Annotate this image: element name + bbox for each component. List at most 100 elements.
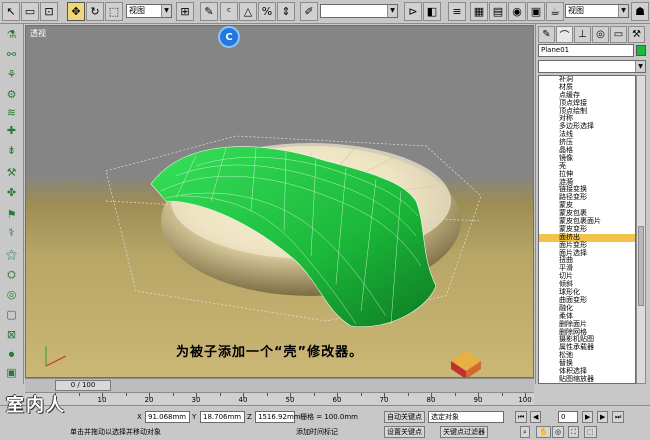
pivot-icon[interactable]: ⊞ — [176, 2, 194, 21]
modifier-list-item[interactable]: 补洞 — [539, 76, 635, 84]
modifier-list-item[interactable]: 松弛 — [539, 351, 635, 360]
orbit-icon[interactable]: ◎ — [552, 426, 565, 438]
dynamics-icon[interactable]: ⛭ — [3, 266, 20, 283]
camera-icon[interactable]: ⏺ — [3, 346, 20, 363]
rotate-icon[interactable]: ↻ — [86, 2, 104, 21]
track-bar[interactable]: 10 20 30 40 50 60 70 80 90 100 — [25, 392, 534, 405]
perspective-viewport[interactable]: 透视 C 为被子添加一个“壳”修改器。 — [25, 25, 534, 378]
modifier-list-item[interactable]: 删除面片 — [539, 320, 635, 329]
schematic-icon[interactable]: ▤ — [489, 2, 507, 21]
snap-icon[interactable]: ᶜ — [220, 2, 238, 21]
render-setup-icon[interactable]: ▣ — [527, 2, 545, 21]
maximize-viewport-icon[interactable]: ⬚ — [584, 426, 597, 438]
add-time-tag[interactable]: 添加时间标记 — [296, 427, 338, 437]
cloth-icon[interactable]: ⚑ — [3, 206, 20, 223]
named-selection-select[interactable]: ▼ — [320, 4, 398, 18]
reference-coord-select[interactable]: 视图 ▼ — [126, 4, 172, 18]
target-icon[interactable]: ◎ — [3, 286, 20, 303]
modifier-list-item[interactable]: 挤压 — [539, 138, 635, 147]
modifier-list-item[interactable]: 倾斜 — [539, 280, 635, 289]
modifier-list-item[interactable]: 属性承载器 — [539, 343, 635, 352]
go-to-end-icon[interactable]: ⏭ — [612, 411, 625, 423]
modifier-list-item[interactable]: 球形化 — [539, 288, 635, 297]
modifier-list-item[interactable]: 点缓存 — [539, 91, 635, 100]
modifier-list-scrollbar[interactable] — [636, 75, 646, 384]
auto-key-button[interactable]: 自动关键点 — [384, 411, 425, 423]
render-region-icon[interactable]: ⊠ — [3, 326, 20, 343]
modifier-list-item[interactable]: 面片选择 — [539, 249, 635, 258]
tool-icon[interactable]: ⚙ — [3, 86, 20, 103]
modifier-list-dropdown[interactable]: ▼ — [538, 60, 646, 73]
reactor-icon[interactable]: ✤ — [3, 184, 20, 201]
modifier-list-item[interactable]: 拉伸 — [539, 170, 635, 179]
material-editor-icon[interactable]: ◉ — [508, 2, 526, 21]
modifier-list-item[interactable]: 平滑 — [539, 264, 635, 273]
prev-frame-icon[interactable]: ◀ — [530, 411, 542, 423]
align-icon[interactable]: ◧ — [423, 2, 441, 21]
spacewarp-icon[interactable]: ≋ — [3, 104, 20, 121]
viewport-label[interactable]: 透视 — [30, 28, 46, 39]
render-view-select[interactable]: 视图 ▼ — [565, 4, 629, 18]
snapshot-icon[interactable]: ▢ — [3, 306, 20, 323]
modifier-list[interactable]: 补洞 材质 点缓存 顶点焊接 顶点绘制 对称 多边形选择 法线 挤压 晶格 镜像壳拉伸 涟漪 链接变换路… — [538, 75, 636, 384]
time-slider[interactable]: 0 / 100 — [55, 380, 111, 391]
grid-icon[interactable]: ▣ — [3, 364, 20, 381]
bind-icon[interactable]: ⚘ — [3, 66, 20, 83]
link-icon[interactable]: ⚗ — [3, 26, 20, 43]
modifier-list-item[interactable]: 路径变形 — [539, 193, 635, 202]
modifier-list-item[interactable]: 替换 — [539, 359, 635, 368]
percent-snap-icon[interactable]: % — [258, 2, 276, 21]
modifier-list-item[interactable]: 面挤出 — [539, 233, 635, 242]
unlink-icon[interactable]: ⚯ — [3, 46, 20, 63]
modifier-list-item[interactable]: 顶点绘制 — [539, 107, 635, 116]
modifier-list-item[interactable]: 链接变换 — [539, 186, 635, 194]
modifier-list-item[interactable]: 蒙皮包裹面片 — [539, 217, 635, 226]
selected-object-select[interactable]: 选定对象 — [428, 411, 504, 423]
modifier-list-item[interactable]: 法线 — [539, 130, 635, 139]
quick-render-icon[interactable]: ☗ — [631, 2, 649, 21]
angle-snap-icon[interactable]: △ — [239, 2, 257, 21]
modifier-list-item[interactable]: 曲面变形 — [539, 296, 635, 305]
object-color-swatch[interactable] — [636, 45, 646, 56]
modifier-list-item[interactable]: 材质 — [539, 83, 635, 92]
modifier-list-item[interactable]: 扭曲 — [539, 257, 635, 265]
x-coordinate-field[interactable]: 91.068mm — [145, 411, 190, 423]
spinner-snap-icon[interactable]: ⇕ — [277, 2, 295, 21]
render-icon[interactable]: ☕ — [546, 2, 564, 21]
pan-icon[interactable]: ✋ — [536, 426, 551, 438]
fov-icon[interactable]: ⛶ — [568, 426, 579, 438]
modifier-list-item[interactable]: 切片 — [539, 272, 635, 281]
display-tab-icon[interactable]: ▭ — [610, 26, 627, 43]
modifier-list-item[interactable]: 顶点焊接 — [539, 99, 635, 108]
modifier-list-item[interactable]: 贴图缩放器 — [539, 375, 635, 383]
scale-icon[interactable]: ⬚ — [105, 2, 123, 21]
particle-icon[interactable]: ⚝ — [3, 246, 20, 263]
hair-icon[interactable]: ⚕ — [3, 224, 20, 241]
modifier-list-item[interactable]: 蒙皮变形 — [539, 225, 635, 234]
go-to-start-icon[interactable]: ⏮ — [515, 411, 528, 423]
crossing-icon[interactable]: ⊡ — [40, 2, 58, 21]
modifier-list-item[interactable]: 多边形选择 — [539, 122, 635, 131]
modifier-list-item[interactable]: 融化 — [539, 304, 635, 313]
modifier-list-item[interactable]: 面片变形 — [539, 241, 635, 250]
helper-icon[interactable]: ✚ — [3, 122, 20, 139]
y-coordinate-field[interactable]: 18.706mm — [200, 411, 245, 423]
hierarchy-tab-icon[interactable]: ⊥ — [574, 26, 591, 43]
current-frame-field[interactable]: 0 — [558, 411, 578, 423]
modifier-list-item[interactable]: 蒙皮 — [539, 201, 635, 210]
key-filters-button[interactable]: 关键点过滤器 — [440, 426, 488, 438]
layer-icon[interactable]: ≡ — [448, 2, 466, 21]
set-key-button[interactable]: 设置关键点 — [384, 426, 425, 438]
utilities-tab-icon[interactable]: ⚒ — [628, 26, 645, 43]
motion-tab-icon[interactable]: ◎ — [592, 26, 609, 43]
create-tab-icon[interactable]: ✎ — [538, 26, 555, 43]
zoom-icon[interactable]: ⌕ — [520, 426, 530, 438]
z-coordinate-field[interactable]: 1516.92mm — [255, 411, 301, 423]
object-name-field[interactable]: Plane01 — [538, 44, 634, 57]
region-select-icon[interactable]: ▭ — [21, 2, 39, 21]
scrollbar-thumb[interactable] — [638, 226, 644, 306]
play-icon[interactable]: ▶ — [582, 411, 594, 423]
modifier-list-item[interactable]: 晶格 — [539, 146, 635, 155]
bone-icon[interactable]: ⚒ — [3, 164, 20, 181]
move-icon[interactable]: ✥ — [67, 2, 85, 21]
